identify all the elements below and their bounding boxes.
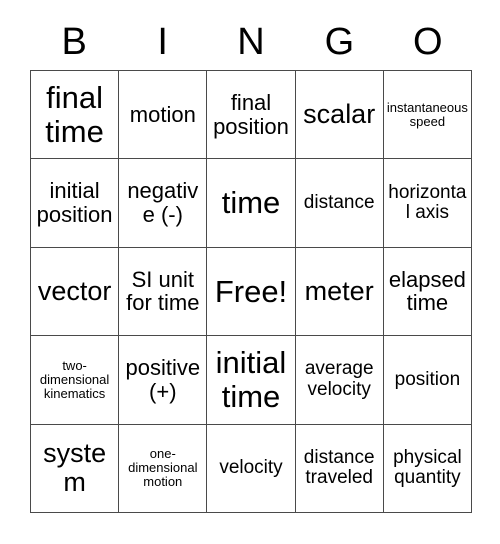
- bingo-cell[interactable]: Free!: [207, 247, 296, 337]
- bingo-cell[interactable]: motion: [119, 71, 208, 160]
- bingo-cell-label: scalar: [303, 99, 376, 130]
- bingo-cell-label: vector: [37, 275, 112, 306]
- bingo-cell[interactable]: initial time: [207, 336, 296, 425]
- bingo-cell-label: position: [394, 368, 461, 390]
- bingo-cell-label: final time: [45, 80, 104, 149]
- bingo-cell[interactable]: position: [383, 336, 472, 425]
- bingo-cell[interactable]: meter: [295, 247, 384, 337]
- bingo-cell-label: horizontal axis: [388, 181, 467, 224]
- bingo-cell-label: two-dimensional kinematics: [39, 357, 110, 401]
- bingo-cell-label: distance traveled: [303, 446, 375, 489]
- bingo-cell-label: time: [221, 185, 281, 221]
- bingo-cell[interactable]: negative (-): [119, 159, 208, 248]
- bingo-header-letter-n: N: [237, 21, 265, 63]
- bingo-cell-label: velocity: [219, 457, 283, 479]
- bingo-cell[interactable]: one-dimensional motion: [119, 424, 208, 513]
- bingo-cell-label: elapsed time: [388, 266, 466, 316]
- bingo-cell-label: instantaneous speed: [386, 99, 468, 129]
- bingo-cell-label: initial position: [36, 178, 113, 228]
- bingo-cell-label: positive (+): [125, 355, 201, 404]
- bingo-cell[interactable]: velocity: [207, 424, 296, 513]
- bingo-cell-label: final position: [213, 89, 289, 139]
- bingo-cell-label: SI unit for time: [126, 266, 200, 316]
- bingo-cell[interactable]: initial position: [31, 159, 120, 248]
- bingo-cell-label: physical quantity: [393, 446, 462, 489]
- bingo-cell[interactable]: distance traveled: [295, 424, 384, 513]
- bingo-cell[interactable]: SI unit for time: [119, 247, 208, 337]
- bingo-cell-label: motion: [129, 101, 196, 127]
- bingo-cell-label: average velocity: [304, 358, 374, 400]
- bingo-grid: final time motion final position scalar inst…: [30, 70, 472, 513]
- bingo-cell[interactable]: instantaneous speed: [383, 71, 472, 160]
- bingo-cell[interactable]: time: [207, 159, 296, 248]
- bingo-cell-label: negative (-): [127, 178, 199, 228]
- bingo-cell-label: Free!: [214, 273, 288, 309]
- bingo-cell[interactable]: final position: [207, 71, 296, 160]
- bingo-cell[interactable]: vector: [31, 247, 120, 337]
- bingo-header-letter-i: I: [157, 21, 168, 63]
- bingo-cell-label: one-dimensional motion: [128, 446, 198, 490]
- bingo-card: B I N G O final time motion final position…: [0, 0, 500, 544]
- bingo-cell[interactable]: distance: [295, 159, 384, 248]
- bingo-cell[interactable]: two-dimensional kinematics: [31, 336, 120, 425]
- bingo-cell-label: system: [43, 438, 107, 498]
- bingo-cell[interactable]: positive (+): [119, 336, 208, 425]
- bingo-cell[interactable]: physical quantity: [383, 424, 472, 513]
- bingo-cell[interactable]: final time: [31, 71, 120, 160]
- bingo-header-letter-o: O: [413, 21, 443, 63]
- bingo-cell-label: distance: [303, 191, 375, 213]
- bingo-header-letter-g: G: [324, 21, 355, 63]
- bingo-cell[interactable]: average velocity: [295, 336, 384, 425]
- bingo-header-letter-b: B: [61, 21, 87, 63]
- bingo-header-row: B I N G O: [30, 14, 472, 70]
- bingo-cell[interactable]: scalar: [295, 71, 384, 160]
- bingo-cell[interactable]: system: [31, 424, 120, 513]
- bingo-cell[interactable]: horizontal axis: [383, 159, 472, 248]
- bingo-cell-label: initial time: [215, 345, 287, 414]
- bingo-cell[interactable]: elapsed time: [383, 247, 472, 337]
- bingo-cell-label: meter: [304, 275, 374, 306]
